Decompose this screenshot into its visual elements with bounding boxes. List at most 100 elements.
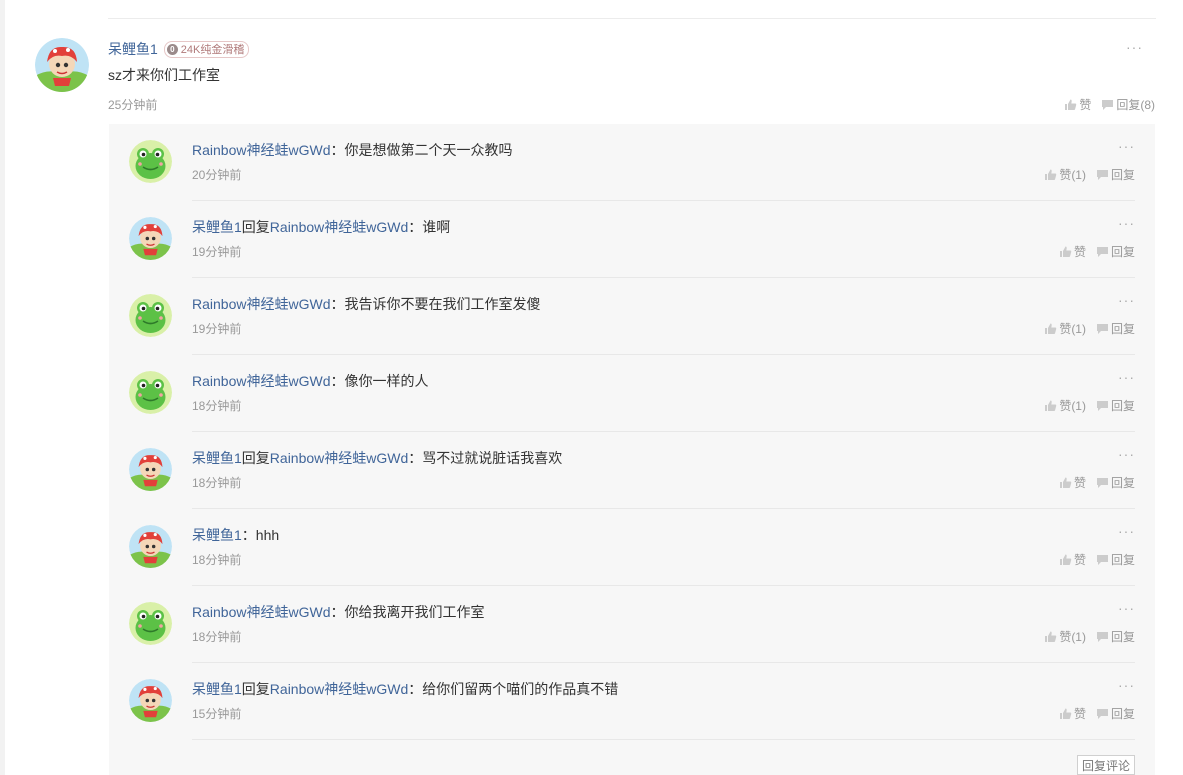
reply-item: Rainbow神经蛙wGWd：我告诉你不要在我们工作室发傻 19分钟前 ··· … [129,278,1135,355]
thumbs-up-icon [1045,169,1057,180]
reply-author-name[interactable]: 呆鲤鱼1 [192,527,242,543]
reply-button[interactable]: 回复 [1096,396,1135,416]
main-comment-time: 25分钟前 [108,98,158,112]
more-options-icon[interactable]: ··· [1118,446,1135,462]
reply-label: 回复 [1110,245,1135,259]
reply-time: 15分钟前 [192,707,242,721]
like-button[interactable]: 赞 [1059,550,1086,570]
reply-button[interactable]: 回复 [1096,473,1135,493]
reply-text: ：谁啊 [408,219,451,235]
reply-author-name[interactable]: Rainbow神经蛙wGWd [192,142,330,158]
like-label: 赞(1) [1059,168,1086,182]
reply-text: ：像你一样的人 [330,373,429,389]
reply-time: 19分钟前 [192,322,242,336]
reply-author-name[interactable]: 呆鲤鱼1 [192,681,242,697]
reply-text: ：给你们留两个喵们的作品真不错 [408,681,619,697]
comment-icon [1096,324,1108,334]
badge-label: 24K纯金滑稽 [180,44,245,56]
reply-time: 19分钟前 [192,245,242,259]
author-avatar[interactable] [35,38,89,92]
fish-avatar-icon [129,448,172,491]
comment-page: 呆鲤鱼1 0 24K纯金滑稽 sz才来你们工作室 25分钟前 ··· 赞 回复(… [0,0,1183,775]
reply-avatar[interactable] [129,217,172,260]
like-label: 赞(1) [1059,399,1086,413]
reply-text: ：骂不过就说脏话我喜欢 [408,450,563,466]
like-button[interactable]: 赞(1) [1044,319,1086,339]
comment-icon [1096,632,1108,642]
reply-button[interactable]: 回复 [1096,242,1135,262]
reply-word: 回复 [241,219,270,235]
reply-item: Rainbow神经蛙wGWd：你是想做第二个天一众教吗 20分钟前 ··· 赞(… [129,124,1135,201]
like-button[interactable]: 赞 [1064,95,1091,115]
reply-item: 呆鲤鱼1：hhh 18分钟前 ··· 赞 回复 [129,509,1135,586]
reply-avatar[interactable] [129,140,172,183]
reply-avatar[interactable] [129,371,172,414]
comment-icon [1096,555,1108,565]
user-badge[interactable]: 0 24K纯金滑稽 [163,40,250,58]
like-label: 赞 [1079,98,1092,112]
fish-avatar-icon [129,679,172,722]
more-options-icon[interactable]: ··· [1118,677,1135,693]
reply-text: ：我告诉你不要在我们工作室发傻 [330,296,541,312]
reply-target-name[interactable]: Rainbow神经蛙wGWd [270,681,408,697]
main-comment-text: sz才来你们工作室 [108,67,220,83]
reply-label: 回复 [1110,399,1135,413]
reply-target-name[interactable]: Rainbow神经蛙wGWd [270,219,408,235]
reply-item: 呆鲤鱼1回复Rainbow神经蛙wGWd：骂不过就说脏话我喜欢 18分钟前 ··… [129,432,1135,509]
comment-icon [1096,247,1108,257]
reply-button[interactable]: 回复 [1096,550,1135,570]
reply-word: 回复 [241,450,270,466]
more-options-icon[interactable]: ··· [1118,215,1135,231]
reply-label: 回复 [1110,168,1135,182]
reply-divider [192,739,1135,740]
reply-author-name[interactable]: 呆鲤鱼1 [192,450,242,466]
reply-author-name[interactable]: Rainbow神经蛙wGWd [192,604,330,620]
more-options-icon[interactable]: ··· [1118,369,1135,385]
more-options-icon[interactable]: ··· [1118,523,1135,539]
reply-avatar[interactable] [129,294,172,337]
reply-button[interactable]: 回复 [1096,165,1135,185]
more-options-icon[interactable]: ··· [1118,600,1135,616]
more-options-icon[interactable]: ··· [1118,138,1135,154]
reply-author-name[interactable]: Rainbow神经蛙wGWd [192,296,330,312]
like-button[interactable]: 赞(1) [1044,396,1086,416]
like-button[interactable]: 赞 [1059,242,1086,262]
like-button[interactable]: 赞(1) [1044,627,1086,647]
thumbs-up-icon [1059,708,1072,719]
reply-label: 回复 [1110,322,1135,336]
thumbs-up-icon [1045,631,1057,642]
reply-author-name[interactable]: 呆鲤鱼1 [192,219,242,235]
thumbs-up-icon [1059,246,1072,257]
reply-comment-button[interactable]: 回复评论 [1076,755,1135,775]
like-button[interactable]: 赞(1) [1044,165,1086,185]
reply-item: Rainbow神经蛙wGWd：你给我离开我们工作室 18分钟前 ··· 赞(1)… [129,586,1135,663]
reply-button[interactable]: 回复 [1096,319,1135,339]
comment-icon [1096,478,1108,488]
more-options-icon[interactable]: ··· [1126,39,1143,55]
reply-button[interactable]: 回复(8) [1101,95,1155,115]
reply-time: 18分钟前 [192,399,242,413]
thumbs-up-icon [1045,323,1057,334]
reply-word: 回复 [241,681,270,697]
reply-avatar[interactable] [129,448,172,491]
reply-time: 18分钟前 [192,476,242,490]
fish-avatar-icon [129,525,172,568]
main-author-name[interactable]: 呆鲤鱼1 [108,39,158,59]
like-button[interactable]: 赞 [1059,473,1086,493]
fish-avatar-icon [129,217,172,260]
reply-author-name[interactable]: Rainbow神经蛙wGWd [192,373,330,389]
frog-avatar-icon [129,602,172,645]
reply-avatar[interactable] [129,525,172,568]
more-options-icon[interactable]: ··· [1118,292,1135,308]
reply-target-name[interactable]: Rainbow神经蛙wGWd [270,450,408,466]
reply-button[interactable]: 回复 [1096,704,1135,724]
reply-label: 回复 [1110,630,1135,644]
reply-avatar[interactable] [129,602,172,645]
comment-icon [1096,401,1108,411]
like-button[interactable]: 赞 [1059,704,1086,724]
like-label: 赞 [1073,553,1086,567]
reply-avatar[interactable] [129,679,172,722]
reply-button[interactable]: 回复 [1096,627,1135,647]
reply-label: 回复 [1110,707,1135,721]
thumbs-up-icon [1059,554,1072,565]
